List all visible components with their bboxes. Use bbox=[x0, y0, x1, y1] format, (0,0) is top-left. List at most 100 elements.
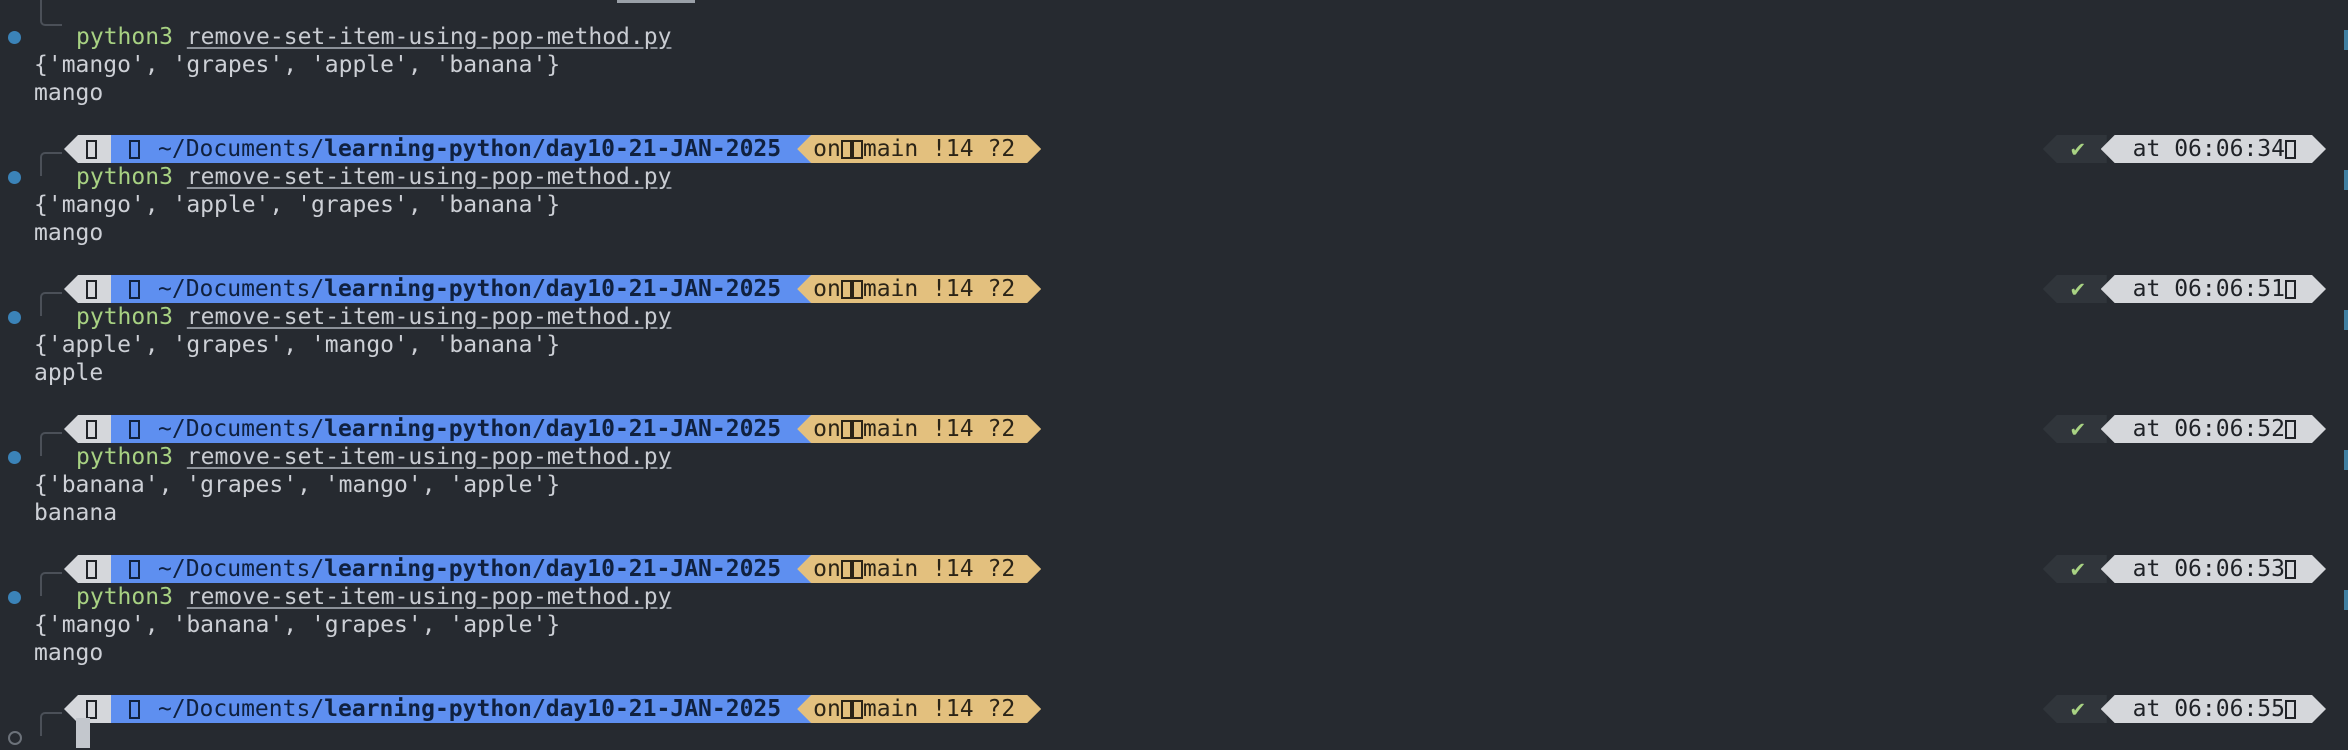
time-segment: at 06:06:55 bbox=[2101, 695, 2326, 723]
apple-logo-icon bbox=[86, 419, 97, 439]
command-marker[interactable] bbox=[8, 591, 21, 604]
timestamp: at 06:06:52 bbox=[2132, 416, 2285, 442]
os-segment bbox=[64, 135, 111, 163]
branch-status: main !14 ?2 bbox=[862, 136, 1016, 162]
apple-logo-icon bbox=[86, 279, 97, 299]
git-on-label: on bbox=[813, 696, 841, 722]
clock-icon bbox=[2285, 560, 2296, 579]
git-segment: on main !14 ?2 bbox=[797, 275, 1041, 303]
time-segment: at 06:06:51 bbox=[2101, 275, 2326, 303]
git-segment: on main !14 ?2 bbox=[797, 415, 1041, 443]
path-segment: ~/Documents/learning-python/day10-21-JAN… bbox=[111, 135, 812, 163]
clock-icon bbox=[2285, 280, 2296, 299]
command-name: python3 bbox=[76, 444, 173, 470]
branch-icon bbox=[852, 420, 863, 439]
status-segment: ✔ bbox=[2042, 415, 2107, 443]
path-prefix: ~/Documents/ bbox=[158, 416, 325, 442]
right-prompt: ✔ at 06:06:34 bbox=[2042, 135, 2326, 163]
prompt-connector bbox=[40, 0, 62, 26]
prompt-connector bbox=[40, 152, 62, 176]
command-marker[interactable] bbox=[8, 451, 21, 464]
prompt-connector bbox=[40, 572, 62, 596]
right-prompt: ✔ at 06:06:53 bbox=[2042, 555, 2326, 583]
time-segment: at 06:06:34 bbox=[2101, 135, 2326, 163]
scrollbar-mark bbox=[2344, 30, 2348, 50]
path-prefix: ~/Documents/ bbox=[158, 136, 325, 162]
scrollbar-mark bbox=[2344, 170, 2348, 190]
output-line: apple bbox=[34, 360, 104, 386]
script-link[interactable]: remove-set-item-using-pop-method.py bbox=[187, 584, 672, 610]
path-prefix: ~/Documents/ bbox=[158, 556, 325, 582]
status-segment: ✔ bbox=[2042, 135, 2107, 163]
command-name: python3 bbox=[76, 584, 173, 610]
path-prefix: ~/Documents/ bbox=[158, 696, 325, 722]
path-segment: ~/Documents/learning-python/day10-21-JAN… bbox=[111, 695, 812, 723]
script-link[interactable]: remove-set-item-using-pop-method.py bbox=[187, 304, 672, 330]
timestamp: at 06:06:34 bbox=[2132, 136, 2285, 162]
path-segment: ~/Documents/learning-python/day10-21-JAN… bbox=[111, 415, 812, 443]
path-segment: ~/Documents/learning-python/day10-21-JAN… bbox=[111, 555, 812, 583]
clock-icon bbox=[2285, 140, 2296, 159]
command-marker[interactable] bbox=[8, 31, 21, 44]
os-segment bbox=[64, 555, 111, 583]
branch-status: main !14 ?2 bbox=[862, 276, 1016, 302]
branch-icon bbox=[852, 280, 863, 299]
folder-icon bbox=[129, 416, 140, 442]
scrollbar-mark bbox=[2344, 310, 2348, 330]
script-link[interactable]: remove-set-item-using-pop-method.py bbox=[187, 24, 672, 50]
command-marker[interactable] bbox=[8, 171, 21, 184]
command-line: python3 remove-set-item-using-pop-method… bbox=[76, 583, 671, 611]
output-line: {'mango', 'grapes', 'apple', 'banana'} bbox=[34, 52, 561, 78]
output-line: {'apple', 'grapes', 'mango', 'banana'} bbox=[34, 332, 561, 358]
git-segment: on main !14 ?2 bbox=[797, 135, 1041, 163]
git-logo-icon bbox=[841, 700, 852, 719]
git-logo-icon bbox=[841, 560, 852, 579]
right-prompt: ✔ at 06:06:51 bbox=[2042, 275, 2326, 303]
folder-icon bbox=[129, 276, 140, 302]
output-line: {'mango', 'banana', 'grapes', 'apple'} bbox=[34, 612, 561, 638]
prompt-bar: ~/Documents/learning-python/day10-21-JAN… bbox=[64, 275, 1041, 303]
status-segment: ✔ bbox=[2042, 555, 2107, 583]
branch-icon bbox=[852, 700, 863, 719]
timestamp: at 06:06:53 bbox=[2132, 556, 2285, 582]
path-current: learning-python/day10-21-JAN-2025 bbox=[324, 276, 782, 302]
output-line: {'mango', 'apple', 'grapes', 'banana'} bbox=[34, 192, 561, 218]
right-prompt: ✔ at 06:06:55 bbox=[2042, 695, 2326, 723]
time-segment: at 06:06:53 bbox=[2101, 555, 2326, 583]
script-link[interactable]: remove-set-item-using-pop-method.py bbox=[187, 444, 672, 470]
branch-status: main !14 ?2 bbox=[862, 556, 1016, 582]
git-segment: on main !14 ?2 bbox=[797, 555, 1041, 583]
status-segment: ✔ bbox=[2042, 275, 2107, 303]
command-line: python3 remove-set-item-using-pop-method… bbox=[76, 23, 671, 51]
path-prefix: ~/Documents/ bbox=[158, 276, 325, 302]
output-line: banana bbox=[34, 500, 118, 526]
git-on-label: on bbox=[813, 556, 841, 582]
branch-icon bbox=[852, 560, 863, 579]
script-link[interactable]: remove-set-item-using-pop-method.py bbox=[187, 164, 672, 190]
apple-logo-icon bbox=[86, 559, 97, 579]
prompt-connector bbox=[40, 712, 62, 736]
time-segment: at 06:06:52 bbox=[2101, 415, 2326, 443]
command-line: python3 remove-set-item-using-pop-method… bbox=[76, 443, 671, 471]
prompt-bar: ~/Documents/learning-python/day10-21-JAN… bbox=[64, 135, 1041, 163]
prompt-connector bbox=[40, 292, 62, 316]
branch-icon bbox=[852, 140, 863, 159]
path-current: learning-python/day10-21-JAN-2025 bbox=[324, 416, 782, 442]
prompt-bar: ~/Documents/learning-python/day10-21-JAN… bbox=[64, 695, 1041, 723]
folder-icon bbox=[129, 696, 140, 722]
command-marker-pending[interactable] bbox=[8, 731, 22, 745]
check-icon: ✔ bbox=[2070, 556, 2085, 582]
text-cursor[interactable] bbox=[76, 718, 90, 748]
status-segment: ✔ bbox=[2042, 695, 2107, 723]
command-marker[interactable] bbox=[8, 311, 21, 324]
git-on-label: on bbox=[813, 136, 841, 162]
folder-icon bbox=[129, 136, 140, 162]
right-prompt: ✔ at 06:06:52 bbox=[2042, 415, 2326, 443]
command-name: python3 bbox=[76, 24, 173, 50]
clock-icon bbox=[2285, 700, 2296, 719]
prompt-connector bbox=[40, 432, 62, 456]
scrollbar-mark bbox=[2344, 450, 2348, 470]
scroll-position-mark bbox=[617, 0, 695, 3]
apple-logo-icon bbox=[86, 139, 97, 159]
output-line: mango bbox=[34, 80, 104, 106]
